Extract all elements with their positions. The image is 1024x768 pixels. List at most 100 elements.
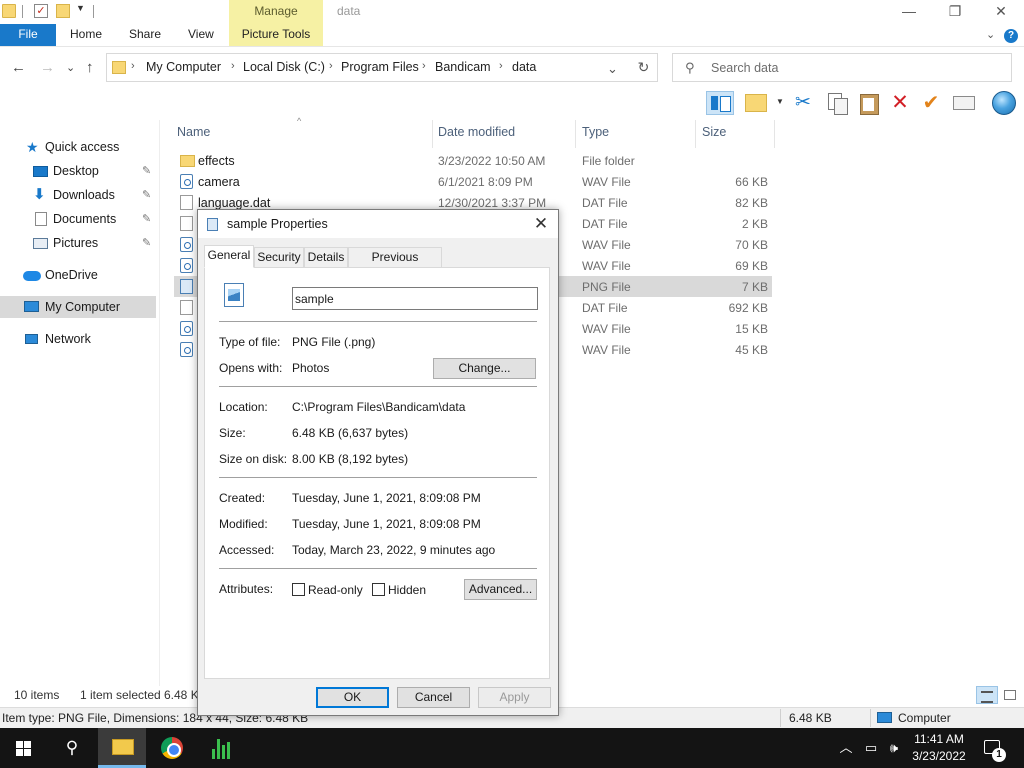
chrome-button[interactable] [148, 728, 196, 768]
cut-icon[interactable]: ✂ [792, 92, 814, 114]
read-only-label[interactable]: Read-only [308, 583, 363, 597]
details-view-button[interactable] [976, 686, 998, 704]
column-divider[interactable] [432, 120, 433, 148]
dropdown-icon[interactable]: ▼ [776, 97, 784, 106]
search-box[interactable]: ⚲ Search data [672, 53, 1012, 82]
tab-picture-tools[interactable]: Picture Tools [229, 24, 323, 46]
properties-icon[interactable]: ✓ [34, 4, 48, 18]
column-header-name[interactable]: Name [177, 125, 210, 139]
advanced-button[interactable]: Advanced... [464, 579, 537, 600]
column-header-type[interactable]: Type [582, 125, 609, 139]
start-button[interactable] [0, 728, 48, 768]
breadcrumb-separator[interactable]: › [329, 60, 333, 72]
network-status-icon[interactable]: ▭ [861, 728, 881, 768]
minimize-button[interactable]: — [886, 0, 932, 24]
tab-share[interactable]: Share [129, 24, 161, 46]
column-header-size[interactable]: Size [702, 125, 726, 139]
tab-security[interactable]: Security [254, 247, 304, 267]
sidebar-item-documents[interactable]: Documents ✎ [0, 208, 156, 230]
location-value: C:\Program Files\Bandicam\data [292, 400, 466, 414]
breadcrumb-program-files[interactable]: Program Files [341, 60, 419, 74]
checkmark-icon[interactable]: ✔ [920, 92, 942, 114]
sidebar-item-my-computer[interactable]: My Computer [0, 296, 156, 318]
opens-with-value: Photos [292, 361, 330, 375]
address-dropdown-icon[interactable]: ⌄ [607, 61, 618, 77]
rename-icon[interactable] [953, 96, 975, 110]
sidebar-item-desktop[interactable]: Desktop ✎ [0, 160, 156, 182]
up-button[interactable]: ↑ [86, 59, 94, 76]
column-header-date[interactable]: Date modified [438, 125, 515, 139]
breadcrumb-separator[interactable]: › [499, 60, 503, 72]
tray-chevron-icon[interactable]: ︿ [838, 728, 854, 768]
breadcrumb-data[interactable]: data [512, 60, 536, 74]
large-icons-view-button[interactable] [1000, 686, 1022, 704]
tab-view[interactable]: View [188, 24, 214, 46]
search-button[interactable]: ⚲ [48, 728, 96, 768]
tab-previous-versions[interactable]: Previous Versions [348, 247, 442, 282]
sidebar-item-label: Quick access [45, 140, 120, 154]
window-title: data [337, 4, 361, 18]
new-folder-icon[interactable] [56, 4, 70, 18]
back-button[interactable]: ← [11, 59, 26, 76]
sidebar-item-label: OneDrive [45, 268, 98, 282]
breadcrumb-bandicam[interactable]: Bandicam [435, 60, 491, 74]
tab-general[interactable]: General [204, 245, 254, 268]
copy-icon[interactable] [826, 92, 848, 115]
attributes-label: Attributes: [219, 582, 274, 596]
size-label: Size: [219, 426, 246, 440]
change-button[interactable]: Change... [433, 358, 536, 379]
filename-input[interactable] [292, 287, 538, 310]
column-divider[interactable] [695, 120, 696, 148]
qat-separator [22, 5, 23, 18]
address-bar[interactable]: › My Computer › Local Disk (C:) › Progra… [106, 53, 658, 82]
hidden-checkbox[interactable] [372, 583, 385, 596]
file-size: 82 KB [735, 196, 768, 210]
close-button[interactable]: ✕ [978, 0, 1024, 24]
breadcrumb-separator[interactable]: › [422, 60, 426, 72]
maximize-button[interactable]: ❐ [932, 0, 978, 24]
paste-icon[interactable] [858, 92, 880, 115]
sidebar-item-network[interactable]: Network [0, 328, 156, 350]
clock[interactable]: 11:41 AM 3/23/2022 [906, 731, 972, 765]
column-divider[interactable] [774, 120, 775, 148]
sidebar-item-pictures[interactable]: Pictures ✎ [0, 232, 156, 254]
delete-icon[interactable]: ✕ [889, 92, 911, 114]
apply-button[interactable]: Apply [478, 687, 551, 708]
bandicam-button[interactable] [198, 728, 246, 768]
manage-context-tab[interactable]: Manage [229, 0, 323, 24]
pin-icon: ✎ [142, 237, 152, 249]
new-folder-icon[interactable] [745, 94, 767, 112]
refresh-button[interactable]: ↻ [630, 53, 658, 82]
sidebar-item-onedrive[interactable]: OneDrive [0, 264, 156, 286]
file-row[interactable]: camera 6/1/2021 8:09 PM WAV File 66 KB [174, 171, 772, 192]
hidden-label[interactable]: Hidden [388, 583, 426, 597]
expand-ribbon-icon[interactable]: ⌄ [986, 28, 995, 41]
qat-dropdown-icon[interactable]: ▼ [76, 3, 85, 13]
breadcrumb-separator[interactable]: › [231, 60, 235, 72]
file-row[interactable]: effects 3/23/2022 10:50 AM File folder [174, 150, 772, 171]
help-icon[interactable]: ? [1004, 29, 1018, 43]
search-input[interactable]: Search data [711, 61, 778, 75]
forward-button[interactable]: → [40, 59, 55, 76]
qat-separator [93, 5, 94, 18]
globe-icon[interactable] [992, 91, 1016, 115]
column-divider[interactable] [575, 120, 576, 148]
tab-details[interactable]: Details [304, 247, 348, 267]
divider [219, 477, 537, 478]
dialog-close-button[interactable]: ✕ [528, 213, 554, 235]
file-name: camera [198, 175, 240, 189]
preview-pane-icon[interactable] [706, 91, 734, 115]
breadcrumb-my-computer[interactable]: My Computer [146, 60, 221, 74]
tab-home[interactable]: Home [70, 24, 102, 46]
sidebar-item-quick-access[interactable]: ★ Quick access [0, 136, 156, 158]
volume-icon[interactable]: 🕪 [884, 728, 904, 768]
file-explorer-button[interactable] [98, 728, 146, 768]
read-only-checkbox[interactable] [292, 583, 305, 596]
sidebar-item-downloads[interactable]: ⬇ Downloads ✎ [0, 184, 156, 206]
cancel-button[interactable]: Cancel [397, 687, 470, 708]
recent-locations-button[interactable]: ⌄ [66, 61, 75, 74]
ok-button[interactable]: OK [316, 687, 389, 708]
breadcrumb-local-disk[interactable]: Local Disk (C:) [243, 60, 325, 74]
breadcrumb-separator[interactable]: › [131, 60, 135, 72]
file-tab[interactable]: File [0, 24, 56, 46]
